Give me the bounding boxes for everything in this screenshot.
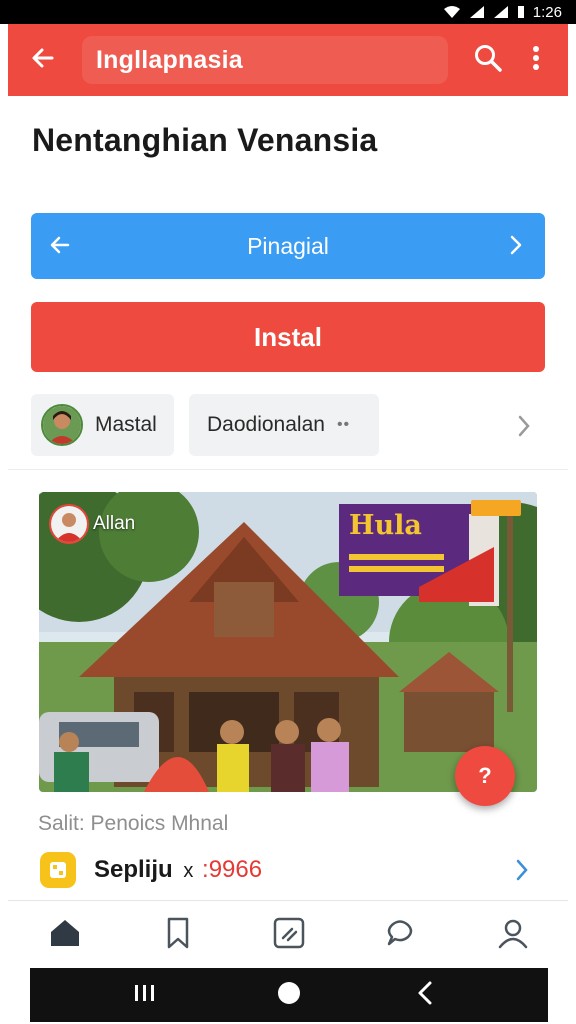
author-avatar: [49, 504, 89, 544]
home-circle-icon: [276, 980, 302, 1011]
wifi-icon: [443, 5, 461, 19]
signal-icon: [469, 5, 485, 19]
back-chevron-icon: [415, 980, 435, 1011]
tab-home[interactable]: [41, 913, 89, 957]
system-back-button[interactable]: [410, 981, 440, 1009]
tab-edit[interactable]: [265, 913, 313, 957]
more-vertical-icon: [532, 45, 540, 76]
tab-bookmark[interactable]: [154, 913, 202, 957]
list-item[interactable]: Sepliju x :9966: [8, 844, 568, 896]
status-bar: 1:26: [0, 0, 576, 24]
recents-icon: [132, 982, 158, 1009]
chevron-right-icon[interactable]: [514, 858, 530, 887]
chip-label: Mastal: [95, 413, 157, 436]
app-icon: [40, 852, 76, 888]
app-bar: Ingllapnasia: [8, 24, 568, 96]
home-icon: [48, 917, 82, 954]
chevron-right-icon[interactable]: [503, 232, 529, 264]
tab-profile[interactable]: [489, 913, 537, 957]
edit-icon: [272, 916, 306, 955]
navigation-button-label: Pinagial: [247, 232, 329, 259]
app-title: Ingllapnasia: [82, 36, 448, 84]
chevron-right-icon[interactable]: [511, 411, 537, 441]
media-card[interactable]: Allan Hula: [39, 492, 537, 792]
list-item-label: Sepliju x :9966: [94, 856, 262, 884]
back-button[interactable]: [8, 24, 78, 96]
recents-button[interactable]: [130, 981, 160, 1009]
more-options-button[interactable]: [516, 38, 556, 82]
avatar: [41, 404, 83, 446]
help-fab-button[interactable]: ?: [455, 746, 515, 806]
author-name: Allan: [93, 513, 136, 534]
divider: [8, 469, 568, 470]
install-button[interactable]: Instal: [31, 302, 545, 372]
banner-title: Hula: [349, 510, 422, 541]
list-item-title: Sepliju: [94, 856, 173, 883]
chip-daodionalan[interactable]: Daodionalan ••: [189, 394, 379, 456]
arrow-left-icon: [30, 45, 56, 76]
app-screen: Ingllapnasia Nentanghian Venansia Pinagi…: [8, 24, 568, 968]
search-button[interactable]: [466, 38, 510, 82]
bottom-navigation: [8, 900, 568, 968]
system-navigation-bar: [30, 968, 548, 1022]
status-time: 1:26: [532, 3, 562, 21]
list-item-separator: x: [183, 860, 194, 882]
post-author: Allan: [49, 504, 135, 544]
battery-icon: [517, 5, 525, 19]
page-title: Nentanghian Venansia: [32, 122, 378, 158]
bookmark-icon: [161, 916, 195, 955]
search-icon: [473, 43, 503, 78]
chip-mastal[interactable]: Mastal: [31, 394, 174, 456]
list-item-value: :9966: [202, 856, 263, 883]
person-icon: [496, 916, 530, 955]
more-dots-icon: ••: [336, 416, 351, 433]
media-caption: Salit: Penoics Mhnal: [38, 812, 229, 835]
tag-badge: [471, 500, 521, 516]
system-home-button[interactable]: [274, 981, 304, 1009]
chip-label: Daodionalan: [207, 413, 325, 436]
signal-icon-2: [493, 5, 509, 19]
chat-icon: [383, 916, 417, 955]
tab-chat[interactable]: [376, 913, 424, 957]
navigation-bar-button[interactable]: Pinagial: [31, 213, 545, 279]
arrow-left-icon[interactable]: [47, 232, 73, 264]
